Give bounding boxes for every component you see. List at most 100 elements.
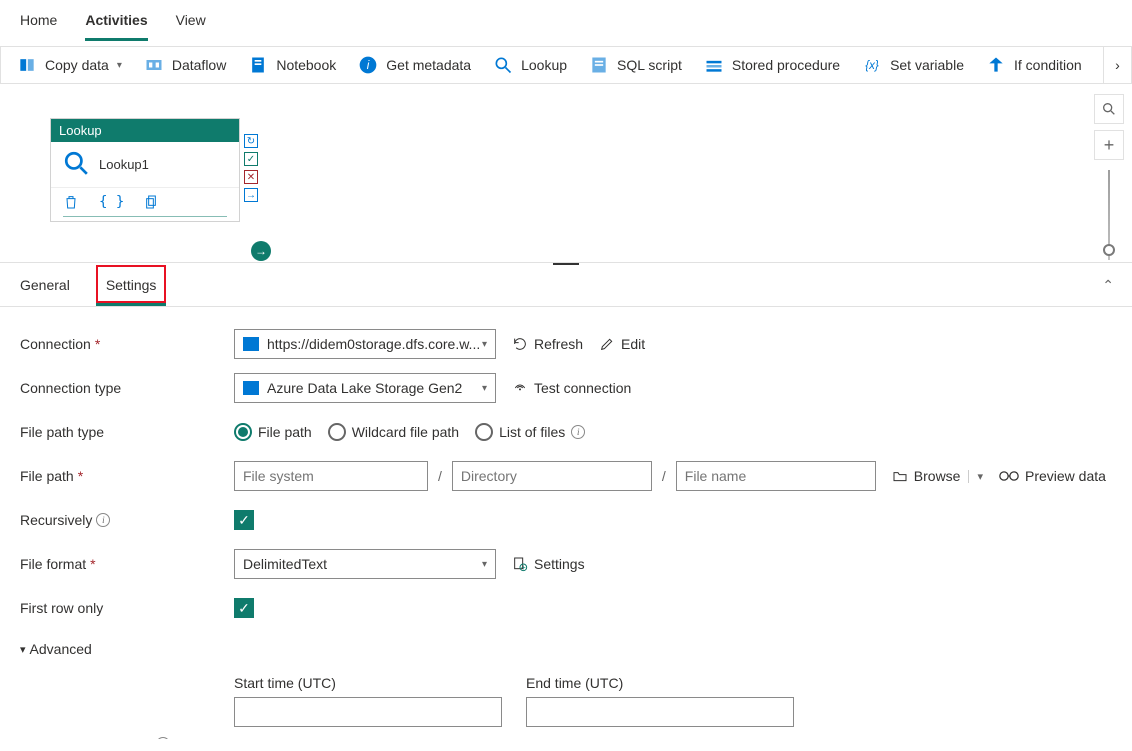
property-tab-bar: General Settings ⌃ — [0, 265, 1132, 307]
node-side-actions: ↻ ✓ ✕ → — [244, 134, 258, 202]
tab-activities[interactable]: Activities — [85, 8, 147, 41]
connection-type-value: Azure Data Lake Storage Gen2 — [267, 380, 462, 396]
first-row-only-checkbox[interactable]: ✓ — [234, 598, 254, 618]
toolbar-get-metadata[interactable]: i Get metadata — [358, 55, 471, 75]
lookup-icon — [63, 150, 89, 179]
canvas-node-lookup[interactable]: Lookup Lookup1 { } → — [50, 118, 240, 222]
node-side-action-2[interactable]: ✓ — [244, 152, 258, 166]
browse-button[interactable]: Browse — [892, 468, 961, 484]
toolbar-lookup[interactable]: Lookup — [493, 55, 567, 75]
toolbar-notebook[interactable]: Notebook — [248, 55, 336, 75]
node-header: Lookup — [51, 119, 239, 142]
start-time-input[interactable] — [234, 697, 502, 727]
browse-dropdown-chevron[interactable]: ▾ — [968, 470, 991, 483]
file-format-value: DelimitedText — [243, 556, 327, 572]
zoom-search-button[interactable] — [1094, 94, 1124, 124]
chevron-down-icon: ▾ — [482, 383, 487, 394]
info-circle-icon: i — [358, 55, 378, 75]
end-time-label: End time (UTC) — [526, 675, 794, 691]
zoom-in-button[interactable]: + — [1094, 130, 1124, 160]
recursively-checkbox[interactable]: ✓ — [234, 510, 254, 530]
refresh-button[interactable]: Refresh — [512, 336, 583, 352]
stored-procedure-icon — [704, 55, 724, 75]
toolbar-copy-data-label: Copy data — [45, 57, 109, 73]
settings-form: Connection* https://didem0storage.dfs.co… — [0, 307, 1132, 739]
variable-icon: {x} — [862, 55, 882, 75]
toolbar-lookup-label: Lookup — [521, 57, 567, 73]
file-format-dropdown[interactable]: DelimitedText ▾ — [234, 549, 496, 579]
file-system-input[interactable] — [234, 461, 428, 491]
notebook-icon — [248, 55, 268, 75]
preview-data-button[interactable]: Preview data — [999, 468, 1106, 484]
chevron-down-icon: ▾ — [20, 643, 26, 656]
file-name-input[interactable] — [676, 461, 876, 491]
toolbar-copy-data[interactable]: Copy data ▾ — [17, 55, 122, 75]
zoom-controls: + — [1094, 94, 1124, 260]
zoom-slider-handle[interactable] — [1103, 244, 1115, 256]
prop-tab-general[interactable]: General — [18, 265, 72, 306]
activities-toolbar: Copy data ▾ Dataflow Notebook i Get meta… — [0, 46, 1132, 84]
radio-file-path[interactable]: File path — [234, 423, 312, 441]
node-body: Lookup1 — [51, 142, 239, 187]
chevron-down-icon: ▾ — [117, 60, 122, 71]
connection-type-dropdown[interactable]: Azure Data Lake Storage Gen2 ▾ — [234, 373, 496, 403]
delete-icon[interactable] — [63, 194, 79, 213]
radio-wildcard[interactable]: Wildcard file path — [328, 423, 459, 441]
node-side-action-1[interactable]: ↻ — [244, 134, 258, 148]
toolbar-stored-procedure[interactable]: Stored procedure — [704, 55, 840, 75]
toolbar-if-condition-label: If condition — [1014, 57, 1082, 73]
end-time-input[interactable] — [526, 697, 794, 727]
zoom-slider-track[interactable] — [1108, 170, 1110, 260]
dataflow-icon — [144, 55, 164, 75]
chevron-down-icon: ▾ — [482, 339, 487, 350]
toolbar-get-metadata-label: Get metadata — [386, 57, 471, 73]
chevron-down-icon: ▾ — [482, 559, 487, 570]
edit-button[interactable]: Edit — [599, 336, 645, 352]
tab-view[interactable]: View — [176, 8, 206, 41]
toolbar-if-condition[interactable]: If condition — [986, 55, 1082, 75]
toolbar-stored-procedure-label: Stored procedure — [732, 57, 840, 73]
toolbar-overflow-button[interactable]: › — [1103, 47, 1131, 83]
ribbon-tabs: Home Activities View — [0, 0, 1132, 42]
path-separator: / — [660, 468, 668, 484]
connection-label: Connection* — [20, 336, 234, 352]
node-name-label: Lookup1 — [99, 157, 149, 172]
connection-value: https://didem0storage.dfs.core.w... — [267, 336, 480, 352]
connection-dropdown[interactable]: https://didem0storage.dfs.core.w... ▾ — [234, 329, 496, 359]
toolbar-set-variable[interactable]: {x} Set variable — [862, 55, 964, 75]
filter-by-last-modified-label-text: Filter by last modified i — [20, 736, 234, 739]
directory-input[interactable] — [452, 461, 652, 491]
code-braces-icon[interactable]: { } — [99, 194, 124, 213]
collapse-panel-button[interactable]: ⌃ — [1102, 277, 1114, 294]
file-format-label: File format* — [20, 556, 234, 572]
info-icon[interactable]: i — [571, 425, 585, 439]
node-run-icon[interactable]: → — [251, 241, 271, 261]
file-path-label: File path* — [20, 468, 234, 484]
info-icon[interactable]: i — [96, 513, 110, 527]
if-condition-icon — [986, 55, 1006, 75]
format-settings-button[interactable]: Settings — [512, 556, 585, 572]
prop-tab-settings[interactable]: Settings — [96, 265, 167, 306]
copy-icon[interactable] — [144, 194, 160, 213]
node-side-action-3[interactable]: ✕ — [244, 170, 258, 184]
settings-form-scroll[interactable]: Connection* https://didem0storage.dfs.co… — [0, 307, 1132, 739]
file-path-type-label: File path type — [20, 424, 234, 440]
sql-script-icon — [589, 55, 609, 75]
radio-list-of-files[interactable]: List of filesi — [475, 423, 585, 441]
node-footer: { } — [51, 187, 239, 221]
toolbar-sql-script-label: SQL script — [617, 57, 682, 73]
test-connection-button[interactable]: Test connection — [512, 380, 631, 396]
toolbar-notebook-label: Notebook — [276, 57, 336, 73]
start-time-label: Start time (UTC) — [234, 675, 502, 691]
info-icon[interactable]: i — [156, 737, 170, 739]
advanced-toggle[interactable]: ▾ Advanced — [20, 641, 92, 657]
pipeline-canvas[interactable]: Lookup Lookup1 { } → ↻ ✓ ✕ → + — [0, 88, 1132, 263]
toolbar-sql-script[interactable]: SQL script — [589, 55, 682, 75]
node-side-action-4[interactable]: → — [244, 188, 258, 202]
first-row-only-label: First row only — [20, 600, 234, 616]
tab-home[interactable]: Home — [20, 8, 57, 41]
svg-text:{x}: {x} — [865, 59, 879, 72]
lookup-icon — [493, 55, 513, 75]
toolbar-dataflow[interactable]: Dataflow — [144, 55, 226, 75]
copy-data-icon — [17, 55, 37, 75]
